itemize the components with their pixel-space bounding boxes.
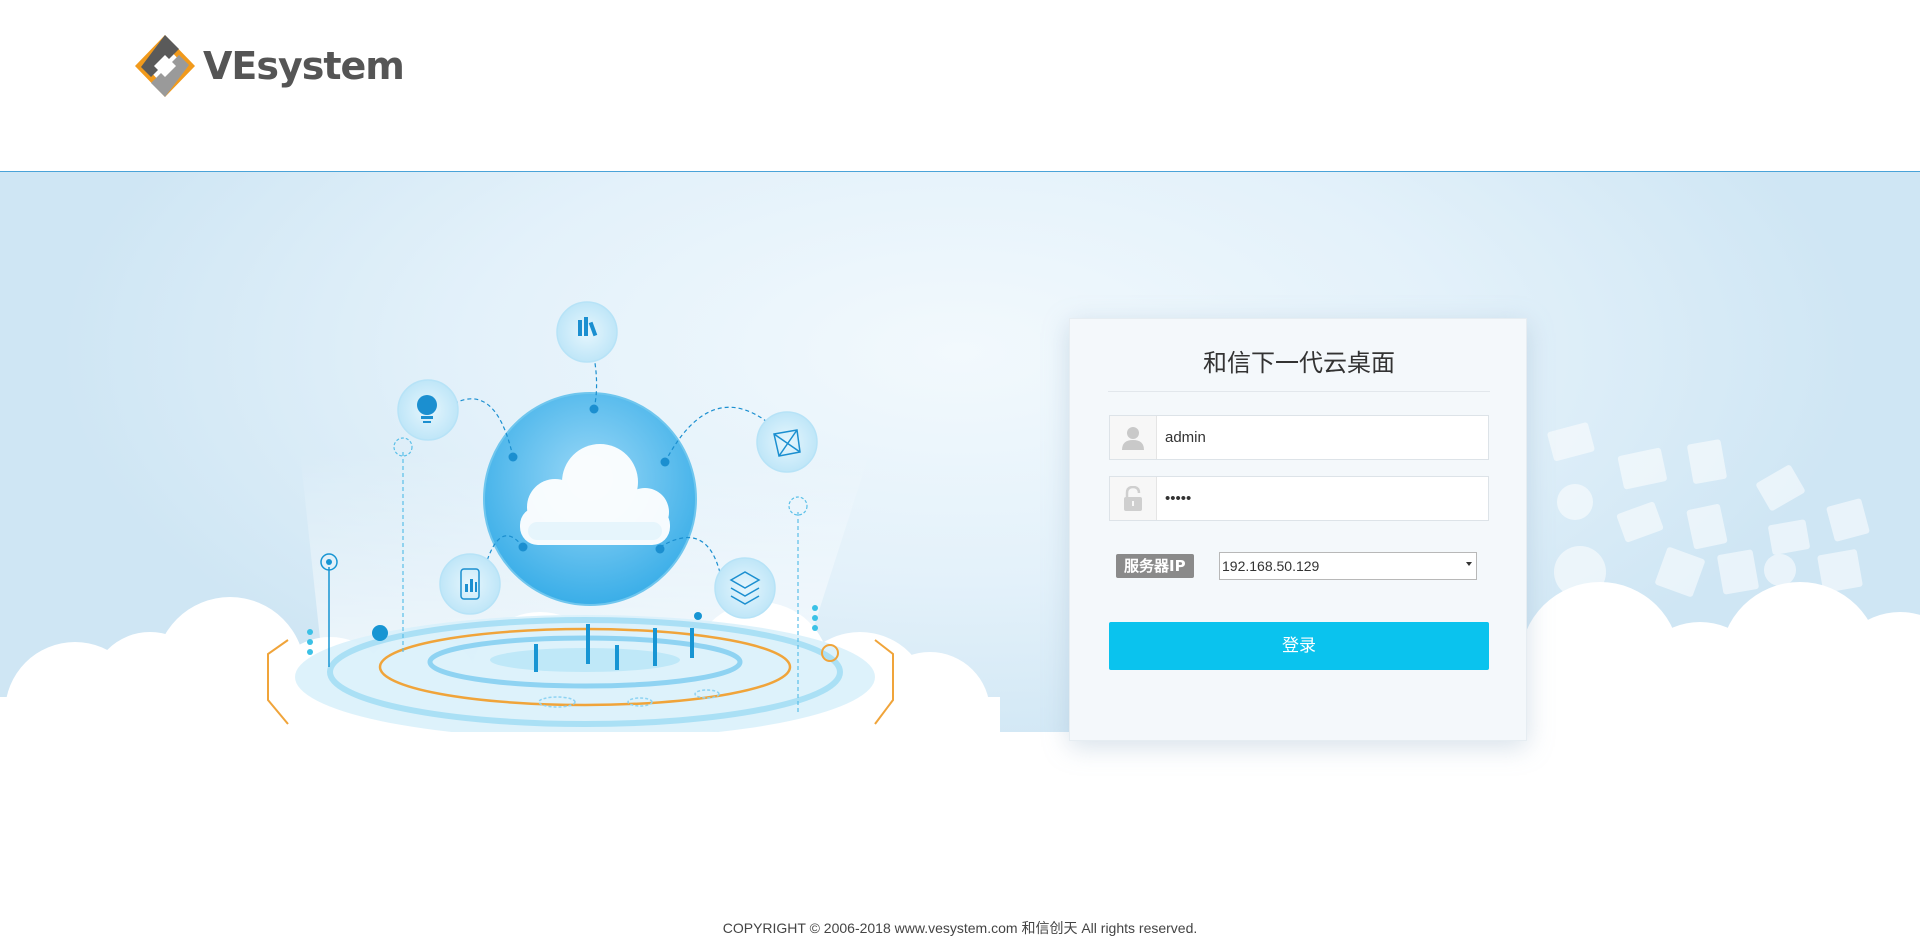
brand-name: VEsystem xyxy=(203,44,405,88)
login-button[interactable]: 登录 xyxy=(1109,622,1489,670)
lock-icon xyxy=(1110,477,1157,520)
server-ip-value: 192.168.50.129 xyxy=(1222,558,1320,574)
copyright-footer: COPYRIGHT © 2006-2018 www.vesystem.com 和… xyxy=(722,920,1198,936)
header: VEsystem xyxy=(0,0,1920,172)
login-panel: 和信下一代云桌面 服务器IP 192.168.50.129 登录 xyxy=(1069,318,1527,741)
password-field[interactable] xyxy=(1109,476,1489,521)
lightbulb-bubble xyxy=(397,379,459,441)
logo: VEsystem xyxy=(133,33,405,99)
cloud-illustration xyxy=(0,301,1920,732)
login-title: 和信下一代云桌面 xyxy=(1108,345,1490,392)
username-input[interactable] xyxy=(1157,416,1487,459)
vesystem-logo-icon xyxy=(135,35,195,97)
server-ip-select[interactable]: 192.168.50.129 xyxy=(1219,552,1477,580)
hero-banner xyxy=(0,172,1920,732)
books-bubble xyxy=(556,301,618,363)
phone-chart-bubble xyxy=(439,553,501,615)
chevron-down-icon xyxy=(1466,562,1472,566)
user-icon xyxy=(1110,416,1157,459)
layers-bubble xyxy=(714,557,776,619)
network-bubble xyxy=(756,411,818,473)
password-input[interactable] xyxy=(1157,477,1487,520)
server-row: 服务器IP 192.168.50.129 xyxy=(1116,552,1484,582)
server-ip-label: 服务器IP xyxy=(1116,554,1194,578)
username-field[interactable] xyxy=(1109,415,1489,460)
